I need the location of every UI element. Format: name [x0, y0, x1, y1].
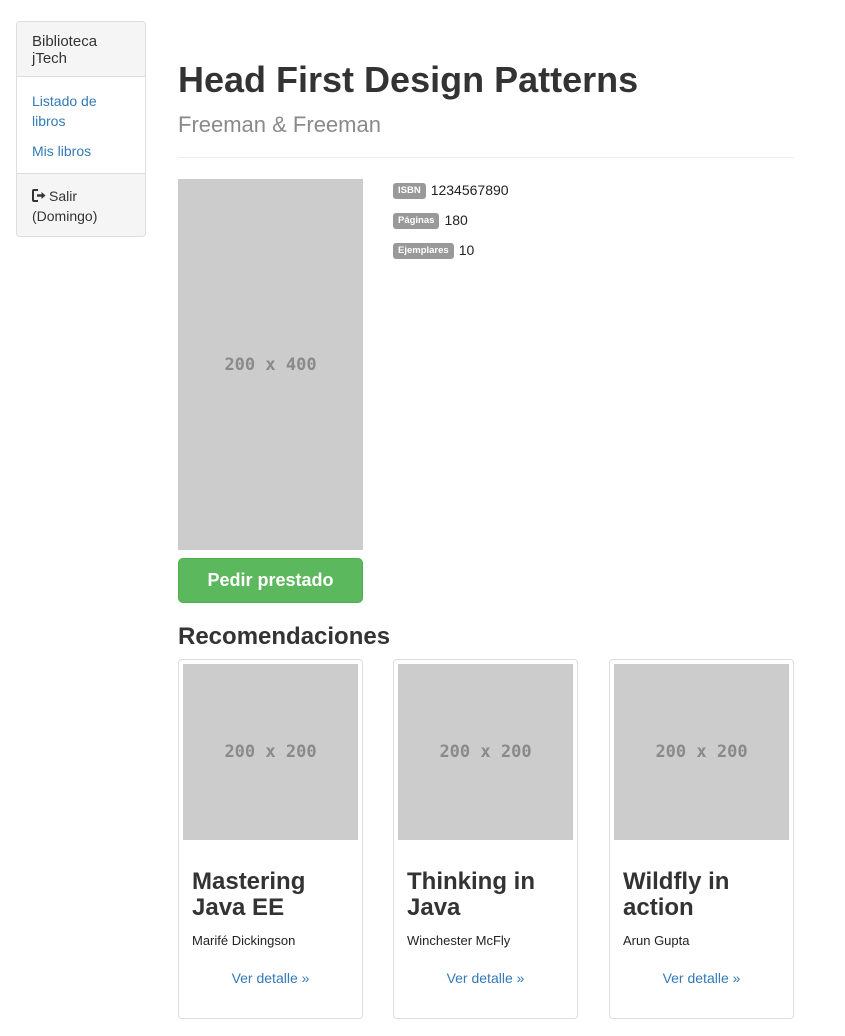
sidebar-nav: Listado de libros Mis libros	[17, 77, 145, 173]
pages-label: Páginas	[393, 213, 440, 229]
recommendation-author: Winchester McFly	[407, 933, 511, 948]
isbn-value: 1234567890	[430, 182, 509, 198]
recommendation-image: 200 x 200	[614, 664, 789, 840]
copies-value: 10	[458, 242, 475, 258]
view-detail-link[interactable]: Ver detalle »	[394, 968, 577, 988]
recommendation-author: Arun Gupta	[623, 933, 690, 948]
book-author: Freeman & Freeman	[178, 112, 381, 137]
divider	[178, 157, 794, 158]
borrow-button[interactable]: Pedir prestado	[178, 558, 363, 603]
recommendation-author: Marifé Dickingson	[192, 933, 296, 948]
detail-row-copies: Ejemplares 10	[393, 240, 509, 270]
view-detail-link[interactable]: Ver detalle »	[610, 968, 793, 988]
page: Biblioteca jTech Listado de libros Mis l…	[0, 0, 845, 1036]
copies-label: Ejemplares	[393, 243, 454, 259]
detail-row-pages: Páginas 180	[393, 210, 509, 240]
image-placeholder-text: 200 x 200	[439, 742, 532, 762]
recommendation-title: Mastering Java EE	[192, 868, 306, 921]
recommendation-image: 200 x 200	[398, 664, 573, 840]
book-details: ISBN 1234567890 Páginas 180 Ejemplares 1…	[393, 180, 509, 270]
image-placeholder-text: 200 x 200	[655, 742, 748, 762]
pages-value: 180	[444, 212, 468, 228]
recommendation-card: 200 x 200 Wildfly in action Arun Gupta V…	[609, 659, 794, 1019]
cover-placeholder-text: 200 x 400	[224, 354, 317, 375]
recommendation-card: 200 x 200 Mastering Java EE Marifé Dicki…	[178, 659, 363, 1019]
recommendation-title: Wildfly in action	[623, 868, 730, 921]
detail-row-isbn: ISBN 1234567890	[393, 180, 509, 210]
recommendation-image: 200 x 200	[183, 664, 358, 840]
recommendations-heading: Recomendaciones	[178, 623, 391, 650]
sidebar-link-my-books[interactable]: Mis libros	[32, 141, 130, 161]
logout-link[interactable]: Salir (Domingo)	[17, 173, 145, 236]
log-out-icon	[32, 189, 46, 202]
book-title: Head First Design Patterns	[178, 59, 639, 100]
image-placeholder-text: 200 x 200	[224, 742, 317, 762]
view-detail-link[interactable]: Ver detalle »	[179, 968, 362, 988]
sidebar-brand: Biblioteca jTech	[17, 22, 145, 77]
book-cover-image: 200 x 400	[178, 179, 363, 550]
sidebar-link-book-list[interactable]: Listado de libros	[32, 91, 130, 131]
recommendation-title: Thinking in Java	[407, 868, 535, 921]
sidebar: Biblioteca jTech Listado de libros Mis l…	[16, 21, 146, 237]
isbn-label: ISBN	[393, 183, 426, 199]
recommendation-card: 200 x 200 Thinking in Java Winchester Mc…	[393, 659, 578, 1019]
